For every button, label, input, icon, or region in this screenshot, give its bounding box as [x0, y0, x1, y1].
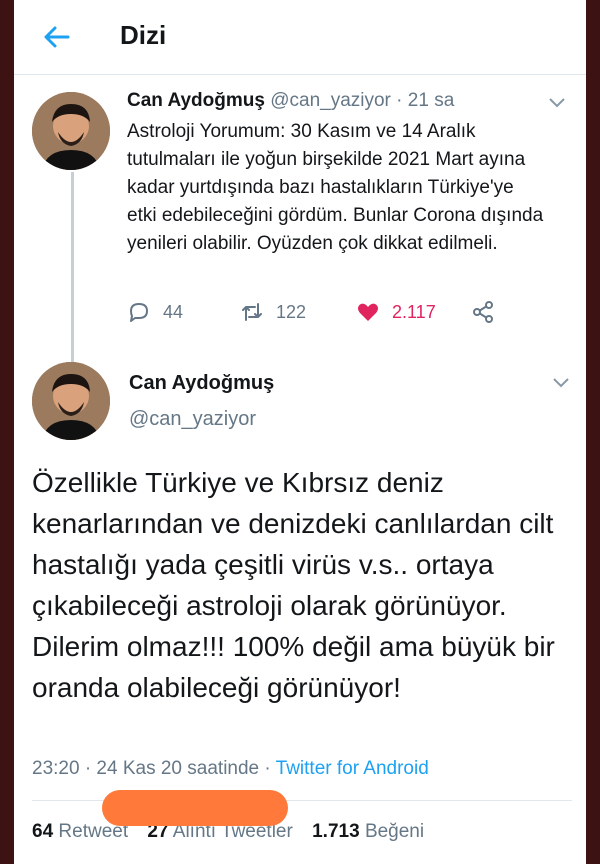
share-icon: [473, 301, 493, 323]
tweet1-handle[interactable]: @can_yaziyor: [270, 90, 391, 111]
tweet1-time[interactable]: · 21 sa: [396, 90, 454, 111]
avatar[interactable]: [32, 362, 110, 440]
share-button[interactable]: [471, 300, 507, 324]
tweet1-header: Can Aydoğmuş @can_yaziyor · 21 sa: [127, 90, 454, 112]
chevron-down-icon[interactable]: [552, 377, 570, 389]
top-bar: Dizi: [14, 0, 586, 75]
phone-frame-left: [0, 0, 14, 864]
reply-button[interactable]: 44: [127, 300, 183, 324]
phone-frame-right: [586, 0, 600, 864]
redaction-scribble: [102, 790, 288, 826]
retweet-count: 122: [276, 301, 307, 322]
avatar[interactable]: [32, 92, 110, 170]
tweet2-author-name[interactable]: Can Aydoğmuş: [129, 372, 274, 395]
heart-icon: [358, 303, 378, 321]
likes-stat[interactable]: 1.713 Beğeni: [312, 821, 424, 842]
retweet-icon: [242, 303, 262, 321]
tweet1-actions: 44 122 2.117: [127, 300, 547, 330]
retweet-button[interactable]: 122: [240, 300, 306, 324]
tweet1-author-name[interactable]: Can Aydoğmuş: [127, 90, 265, 111]
back-arrow-icon: [44, 26, 70, 48]
tweet2-text: Özellikle Türkiye ve Kıbrsız deniz kenar…: [32, 467, 555, 703]
tweet1-text: Astroloji Yorumum: 30 Kasım ve 14 Aralık…: [127, 121, 544, 254]
tweet2-source-link[interactable]: Twitter for Android: [276, 758, 429, 779]
reply-icon: [130, 303, 148, 322]
tweet2-meta: 23:20 · 24 Kas 20 saatinde · Twitter for…: [32, 758, 429, 780]
like-count: 2.117: [392, 301, 436, 322]
thread-line: [71, 172, 74, 362]
screen: Dizi Can Aydoğmuş @can_yaziyor · 21 sa A…: [14, 0, 586, 864]
like-button[interactable]: 2.117: [356, 300, 436, 324]
reply-count: 44: [163, 301, 184, 322]
tweet2-handle[interactable]: @can_yaziyor: [129, 408, 256, 431]
page-title: Dizi: [120, 20, 167, 50]
chevron-down-icon[interactable]: [548, 97, 566, 109]
tweet2-timestamp[interactable]: 23:20 · 24 Kas 20 saatinde ·: [32, 758, 271, 779]
back-button[interactable]: [40, 20, 74, 54]
